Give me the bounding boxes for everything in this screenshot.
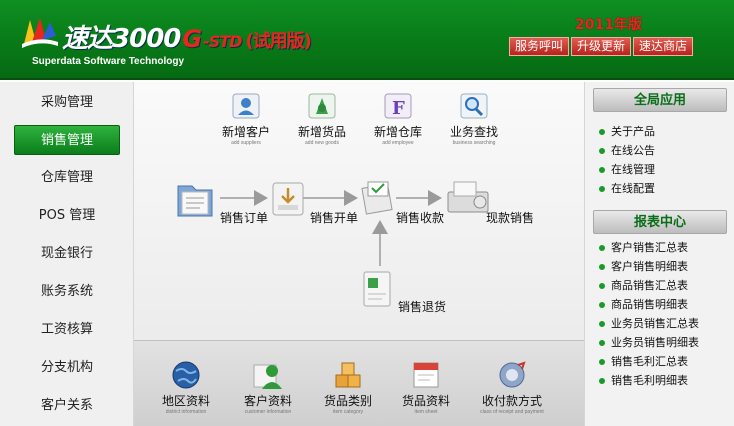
- report-item-label: 客户销售汇总表: [611, 241, 688, 254]
- global-item-manage[interactable]: 在线管理: [599, 160, 655, 179]
- logo-icon: [22, 18, 58, 48]
- report-item-label: 销售毛利明细表: [611, 374, 688, 387]
- report-item[interactable]: 业务员销售汇总表: [599, 314, 699, 333]
- customer-info-label: 客户资料: [243, 394, 292, 408]
- bullet-icon: [599, 283, 605, 289]
- customer-icon: [253, 364, 282, 389]
- report-center-header: 报表中心: [593, 210, 727, 234]
- item-sheet-button[interactable]: 货品资料 item sheet: [396, 359, 456, 415]
- bottom-shortcuts: 地区资料 district information 客户资料 customer …: [134, 340, 584, 426]
- app-header: 速达3000G -STD (试用版) Superdata Software Tech…: [0, 0, 734, 80]
- right-panel: 全局应用 关于产品 在线公告 在线管理 在线配置 报表中心 客户销售汇总表 客户…: [584, 82, 734, 426]
- report-item-label: 商品销售明细表: [611, 298, 688, 311]
- report-item-label: 销售毛利汇总表: [611, 355, 688, 368]
- cash-sale-label[interactable]: 现款销售: [486, 209, 534, 226]
- global-item-about[interactable]: 关于产品: [599, 122, 655, 141]
- upgrade-link[interactable]: 升级更新: [571, 37, 632, 56]
- bullet-icon: [599, 359, 605, 365]
- nav-pos[interactable]: POS 管理: [14, 201, 120, 231]
- payment-method-label: 收付款方式: [481, 394, 542, 408]
- global-item-label: 关于产品: [611, 125, 655, 138]
- bullet-icon: [599, 340, 605, 346]
- nav-warehouse[interactable]: 仓库管理: [14, 163, 120, 193]
- bullet-icon: [599, 264, 605, 270]
- version-label: 2011年版: [575, 17, 642, 33]
- item-sheet-icon: [413, 362, 439, 388]
- brand-cn: 速达: [62, 24, 113, 54]
- global-item-label: 在线管理: [611, 163, 655, 176]
- item-category-sub: item category: [332, 409, 363, 415]
- district-info-sub: district information: [165, 409, 207, 415]
- payment-method-button[interactable]: 收付款方式 class of receipt and payment: [470, 359, 554, 415]
- report-item[interactable]: 商品销售汇总表: [599, 276, 699, 295]
- district-info-button[interactable]: 地区资料 district information: [156, 359, 216, 415]
- main-panel: 新增客户 add suppliers 新增货品 add new goods F …: [134, 82, 584, 426]
- globe-icon: [172, 361, 200, 389]
- global-item-label: 在线配置: [611, 182, 655, 195]
- report-item-label: 业务员销售汇总表: [611, 317, 699, 330]
- item-sheet-sub: item sheet: [414, 409, 438, 415]
- report-item-label: 客户销售明细表: [611, 260, 688, 273]
- global-item-config[interactable]: 在线配置: [599, 179, 655, 198]
- nav-cash-bank[interactable]: 现金银行: [14, 239, 120, 269]
- global-apps-list: 关于产品 在线公告 在线管理 在线配置: [599, 122, 655, 198]
- sales-invoice-label[interactable]: 销售开单: [310, 209, 358, 226]
- brand-title: 速达3000G -STD (试用版): [62, 18, 312, 55]
- sales-return-icon[interactable]: [360, 268, 396, 310]
- report-item-label: 业务员销售明细表: [611, 336, 699, 349]
- boxes-icon: [335, 362, 361, 388]
- left-nav: 采购管理 销售管理 仓库管理 POS 管理 现金银行 账务系统 工资核算 分支机…: [0, 82, 134, 426]
- bullet-icon: [599, 302, 605, 308]
- brand-english: Superdata Software Technology: [32, 56, 185, 67]
- bullet-icon: [599, 148, 605, 154]
- report-item[interactable]: 业务员销售明细表: [599, 333, 699, 352]
- nav-payroll[interactable]: 工资核算: [14, 315, 120, 345]
- sales-order-label[interactable]: 销售订单: [220, 209, 268, 226]
- top-links: 服务呼叫 升级更新 速达商店: [509, 37, 695, 56]
- global-item-label: 在线公告: [611, 144, 655, 157]
- cash-sale-icon[interactable]: [444, 178, 492, 218]
- sales-order-icon[interactable]: [174, 180, 216, 220]
- sales-receipt-label[interactable]: 销售收款: [396, 209, 444, 226]
- store-link[interactable]: 速达商店: [633, 37, 694, 56]
- report-item[interactable]: 销售毛利明细表: [599, 371, 699, 390]
- sales-receipt-icon[interactable]: [358, 178, 396, 218]
- customer-info-sub: customer information: [244, 409, 292, 415]
- bullet-icon: [599, 378, 605, 384]
- global-apps-header: 全局应用: [593, 88, 727, 112]
- brand-std: -STD: [203, 32, 242, 51]
- nav-sales[interactable]: 销售管理: [14, 125, 120, 155]
- sales-invoice-icon[interactable]: [270, 180, 306, 218]
- item-category-label: 货品类别: [323, 394, 372, 408]
- report-item[interactable]: 客户销售明细表: [599, 257, 699, 276]
- nav-crm[interactable]: 客户关系: [14, 391, 120, 421]
- report-item-label: 商品销售汇总表: [611, 279, 688, 292]
- report-item[interactable]: 客户销售汇总表: [599, 238, 699, 257]
- payment-method-sub: class of receipt and payment: [480, 409, 544, 415]
- item-sheet-label: 货品资料: [401, 394, 450, 408]
- district-info-label: 地区资料: [161, 394, 210, 408]
- report-list: 客户销售汇总表 客户销售明细表 商品销售汇总表 商品销售明细表 业务员销售汇总表…: [599, 238, 699, 390]
- nav-accounting[interactable]: 账务系统: [14, 277, 120, 307]
- nav-branch[interactable]: 分支机构: [14, 353, 120, 383]
- brand-trial: (试用版): [245, 31, 311, 52]
- bullet-icon: [599, 321, 605, 327]
- bullet-icon: [599, 167, 605, 173]
- bullet-icon: [599, 186, 605, 192]
- bullet-icon: [599, 129, 605, 135]
- sales-return-label[interactable]: 销售退货: [398, 298, 446, 315]
- item-category-button[interactable]: 货品类别 item category: [318, 359, 378, 415]
- brand-number: 3000: [112, 24, 181, 54]
- brand-g: G: [182, 25, 202, 53]
- nav-purchase[interactable]: 采购管理: [14, 88, 120, 118]
- report-item[interactable]: 商品销售明细表: [599, 295, 699, 314]
- report-item[interactable]: 销售毛利汇总表: [599, 352, 699, 371]
- service-call-link[interactable]: 服务呼叫: [509, 37, 570, 56]
- global-item-notice[interactable]: 在线公告: [599, 141, 655, 160]
- payment-icon: [499, 361, 526, 388]
- bullet-icon: [599, 245, 605, 251]
- customer-info-button[interactable]: 客户资料 customer information: [236, 359, 300, 415]
